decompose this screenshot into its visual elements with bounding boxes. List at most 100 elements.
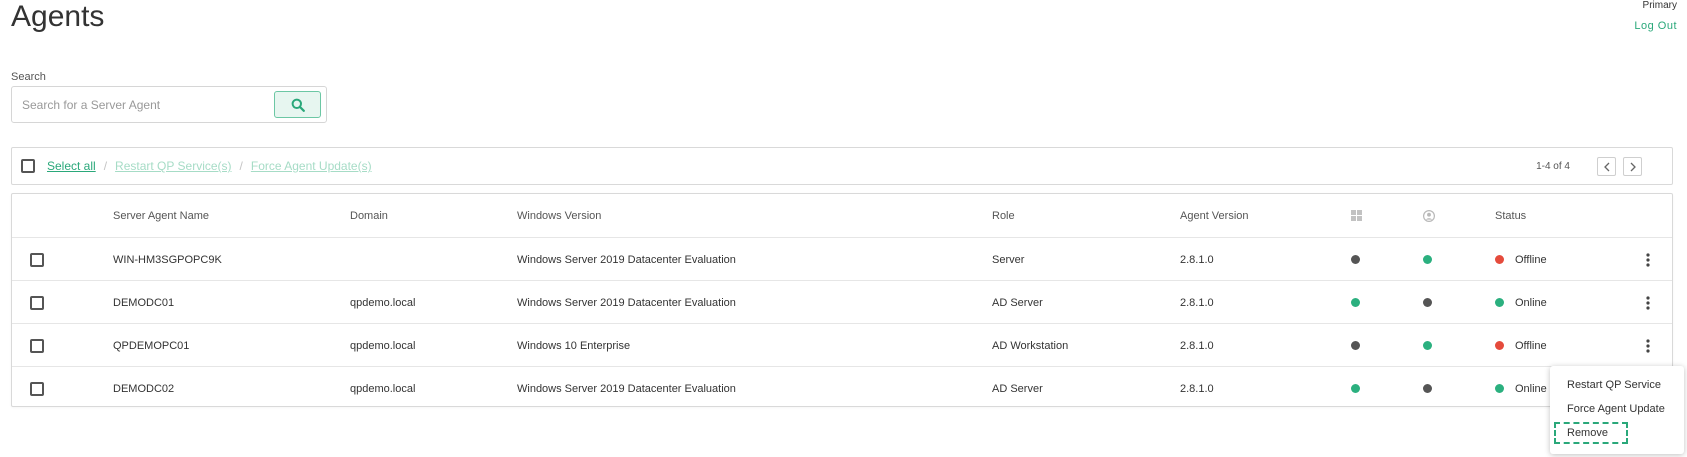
- bulk-action-links: Select all / Restart QP Service(s) / For…: [47, 159, 372, 173]
- agent-role: AD Workstation: [992, 339, 1069, 352]
- column-header-windows-version[interactable]: Windows Version: [517, 194, 601, 237]
- agent-name: WIN-HM3SGPOPC9K: [113, 253, 222, 266]
- os-status-cell: [1351, 324, 1360, 367]
- row-checkbox-cell: [30, 281, 44, 324]
- chevron-left-icon: [1603, 162, 1609, 171]
- os-status-cell: [1351, 238, 1360, 281]
- os-status-dot: [1351, 384, 1360, 393]
- search-input[interactable]: [22, 95, 262, 115]
- agent-status: Online: [1495, 281, 1547, 324]
- column-header-user[interactable]: [1423, 194, 1435, 237]
- chevron-right-icon: [1630, 162, 1636, 171]
- restart-services-link[interactable]: Restart QP Service(s): [115, 159, 231, 173]
- user-status-cell: [1423, 324, 1432, 367]
- column-header-os[interactable]: [1351, 194, 1362, 237]
- row-context-menu: Restart QP Service Force Agent Update Re…: [1550, 366, 1684, 454]
- os-status-cell: [1351, 367, 1360, 410]
- row-actions-button[interactable]: [1646, 238, 1650, 281]
- bulk-action-bar: Select all / Restart QP Service(s) / For…: [11, 147, 1673, 185]
- agent-role: AD Server: [992, 296, 1043, 309]
- agent-name: DEMODC02: [113, 382, 175, 395]
- agent-version: 2.8.1.0: [1180, 339, 1214, 352]
- user-name: Primary: [1642, 0, 1677, 11]
- row-actions-button[interactable]: [1646, 281, 1650, 324]
- status-dot: [1495, 298, 1504, 307]
- more-vertical-icon: [1646, 338, 1650, 353]
- column-header-status[interactable]: Status: [1495, 194, 1526, 237]
- agent-status: Offline: [1495, 238, 1547, 281]
- row-checkbox[interactable]: [30, 252, 44, 267]
- next-page-button[interactable]: [1623, 157, 1642, 176]
- column-header-role[interactable]: Role: [992, 194, 1015, 237]
- previous-page-button[interactable]: [1597, 157, 1616, 176]
- table-row[interactable]: DEMODC02 qpdemo.local Windows Server 2019 …: [12, 366, 1672, 409]
- agent-domain: qpdemo.local: [350, 382, 416, 395]
- user-status-cell: [1423, 238, 1432, 281]
- agent-role: Server: [992, 253, 1025, 266]
- agent-domain: qpdemo.local: [350, 339, 416, 352]
- status-text: Online: [1515, 296, 1547, 309]
- os-status-cell: [1351, 281, 1360, 324]
- more-vertical-icon: [1646, 252, 1650, 267]
- logout-link[interactable]: Log Out: [1634, 20, 1677, 32]
- agent-status: Online: [1495, 367, 1547, 410]
- agents-table: Server Agent Name Domain Windows Version…: [11, 193, 1673, 407]
- select-all-link[interactable]: Select all: [47, 159, 96, 173]
- column-header-agent-version[interactable]: Agent Version: [1180, 194, 1249, 237]
- agent-name: DEMODC01: [113, 296, 175, 309]
- os-status-dot: [1351, 255, 1360, 264]
- status-text: Offline: [1515, 339, 1547, 352]
- search-button[interactable]: [274, 91, 321, 118]
- agent-version: 2.8.1.0: [1180, 382, 1214, 395]
- row-checkbox[interactable]: [30, 381, 44, 396]
- status-dot: [1495, 341, 1504, 350]
- table-row[interactable]: DEMODC01 qpdemo.local Windows Server 2019 …: [12, 280, 1672, 323]
- search-icon: [291, 98, 305, 112]
- search-label: Search: [11, 71, 46, 83]
- status-dot: [1495, 384, 1504, 393]
- status-dot: [1495, 255, 1504, 264]
- separator: /: [103, 159, 108, 173]
- pagination-count: 1-4 of 4: [1536, 161, 1570, 172]
- user-status-cell: [1423, 281, 1432, 324]
- user-status-dot: [1423, 384, 1432, 393]
- table-row[interactable]: WIN-HM3SGPOPC9K Windows Server 2019 Datac…: [12, 237, 1672, 280]
- select-all-checkbox[interactable]: [21, 159, 35, 173]
- separator: /: [239, 159, 243, 173]
- user-status-cell: [1423, 367, 1432, 410]
- row-checkbox-cell: [30, 367, 44, 410]
- row-checkbox-cell: [30, 324, 44, 367]
- row-checkbox[interactable]: [30, 338, 44, 353]
- more-vertical-icon: [1646, 295, 1650, 310]
- agent-version: 2.8.1.0: [1180, 296, 1214, 309]
- search-box: [11, 86, 327, 123]
- os-status-dot: [1351, 298, 1360, 307]
- row-actions-button[interactable]: [1646, 324, 1650, 367]
- agent-windows-version: Windows 10 Enterprise: [517, 339, 631, 352]
- row-checkbox[interactable]: [30, 295, 44, 310]
- agent-windows-version: Windows Server 2019 Datacenter Evaluatio…: [517, 296, 736, 309]
- agent-domain: qpdemo.local: [350, 296, 416, 309]
- column-header-domain[interactable]: Domain: [350, 194, 388, 237]
- page-title: Agents: [11, 0, 105, 33]
- agent-status: Offline: [1495, 324, 1547, 367]
- user-icon: [1423, 209, 1435, 222]
- user-status-dot: [1423, 255, 1432, 264]
- force-update-link[interactable]: Force Agent Update(s): [251, 159, 372, 173]
- agent-windows-version: Windows Server 2019 Datacenter Evaluatio…: [517, 253, 736, 266]
- column-header-name[interactable]: Server Agent Name: [113, 194, 209, 237]
- menu-item-remove[interactable]: Remove: [1567, 427, 1608, 439]
- status-text: Online: [1515, 382, 1547, 395]
- table-row[interactable]: QPDEMOPC01 qpdemo.local Windows 10 Enterpr…: [12, 323, 1672, 366]
- table-header: Server Agent Name Domain Windows Version…: [12, 194, 1672, 237]
- menu-item-force-update[interactable]: Force Agent Update: [1567, 403, 1665, 415]
- windows-icon: [1351, 210, 1362, 221]
- os-status-dot: [1351, 341, 1360, 350]
- status-text: Offline: [1515, 253, 1547, 266]
- menu-item-restart-service[interactable]: Restart QP Service: [1567, 379, 1661, 391]
- agent-windows-version: Windows Server 2019 Datacenter Evaluatio…: [517, 382, 736, 395]
- user-status-dot: [1423, 298, 1432, 307]
- user-status-dot: [1423, 341, 1432, 350]
- agent-role: AD Server: [992, 382, 1043, 395]
- agent-name: QPDEMOPC01: [113, 339, 190, 352]
